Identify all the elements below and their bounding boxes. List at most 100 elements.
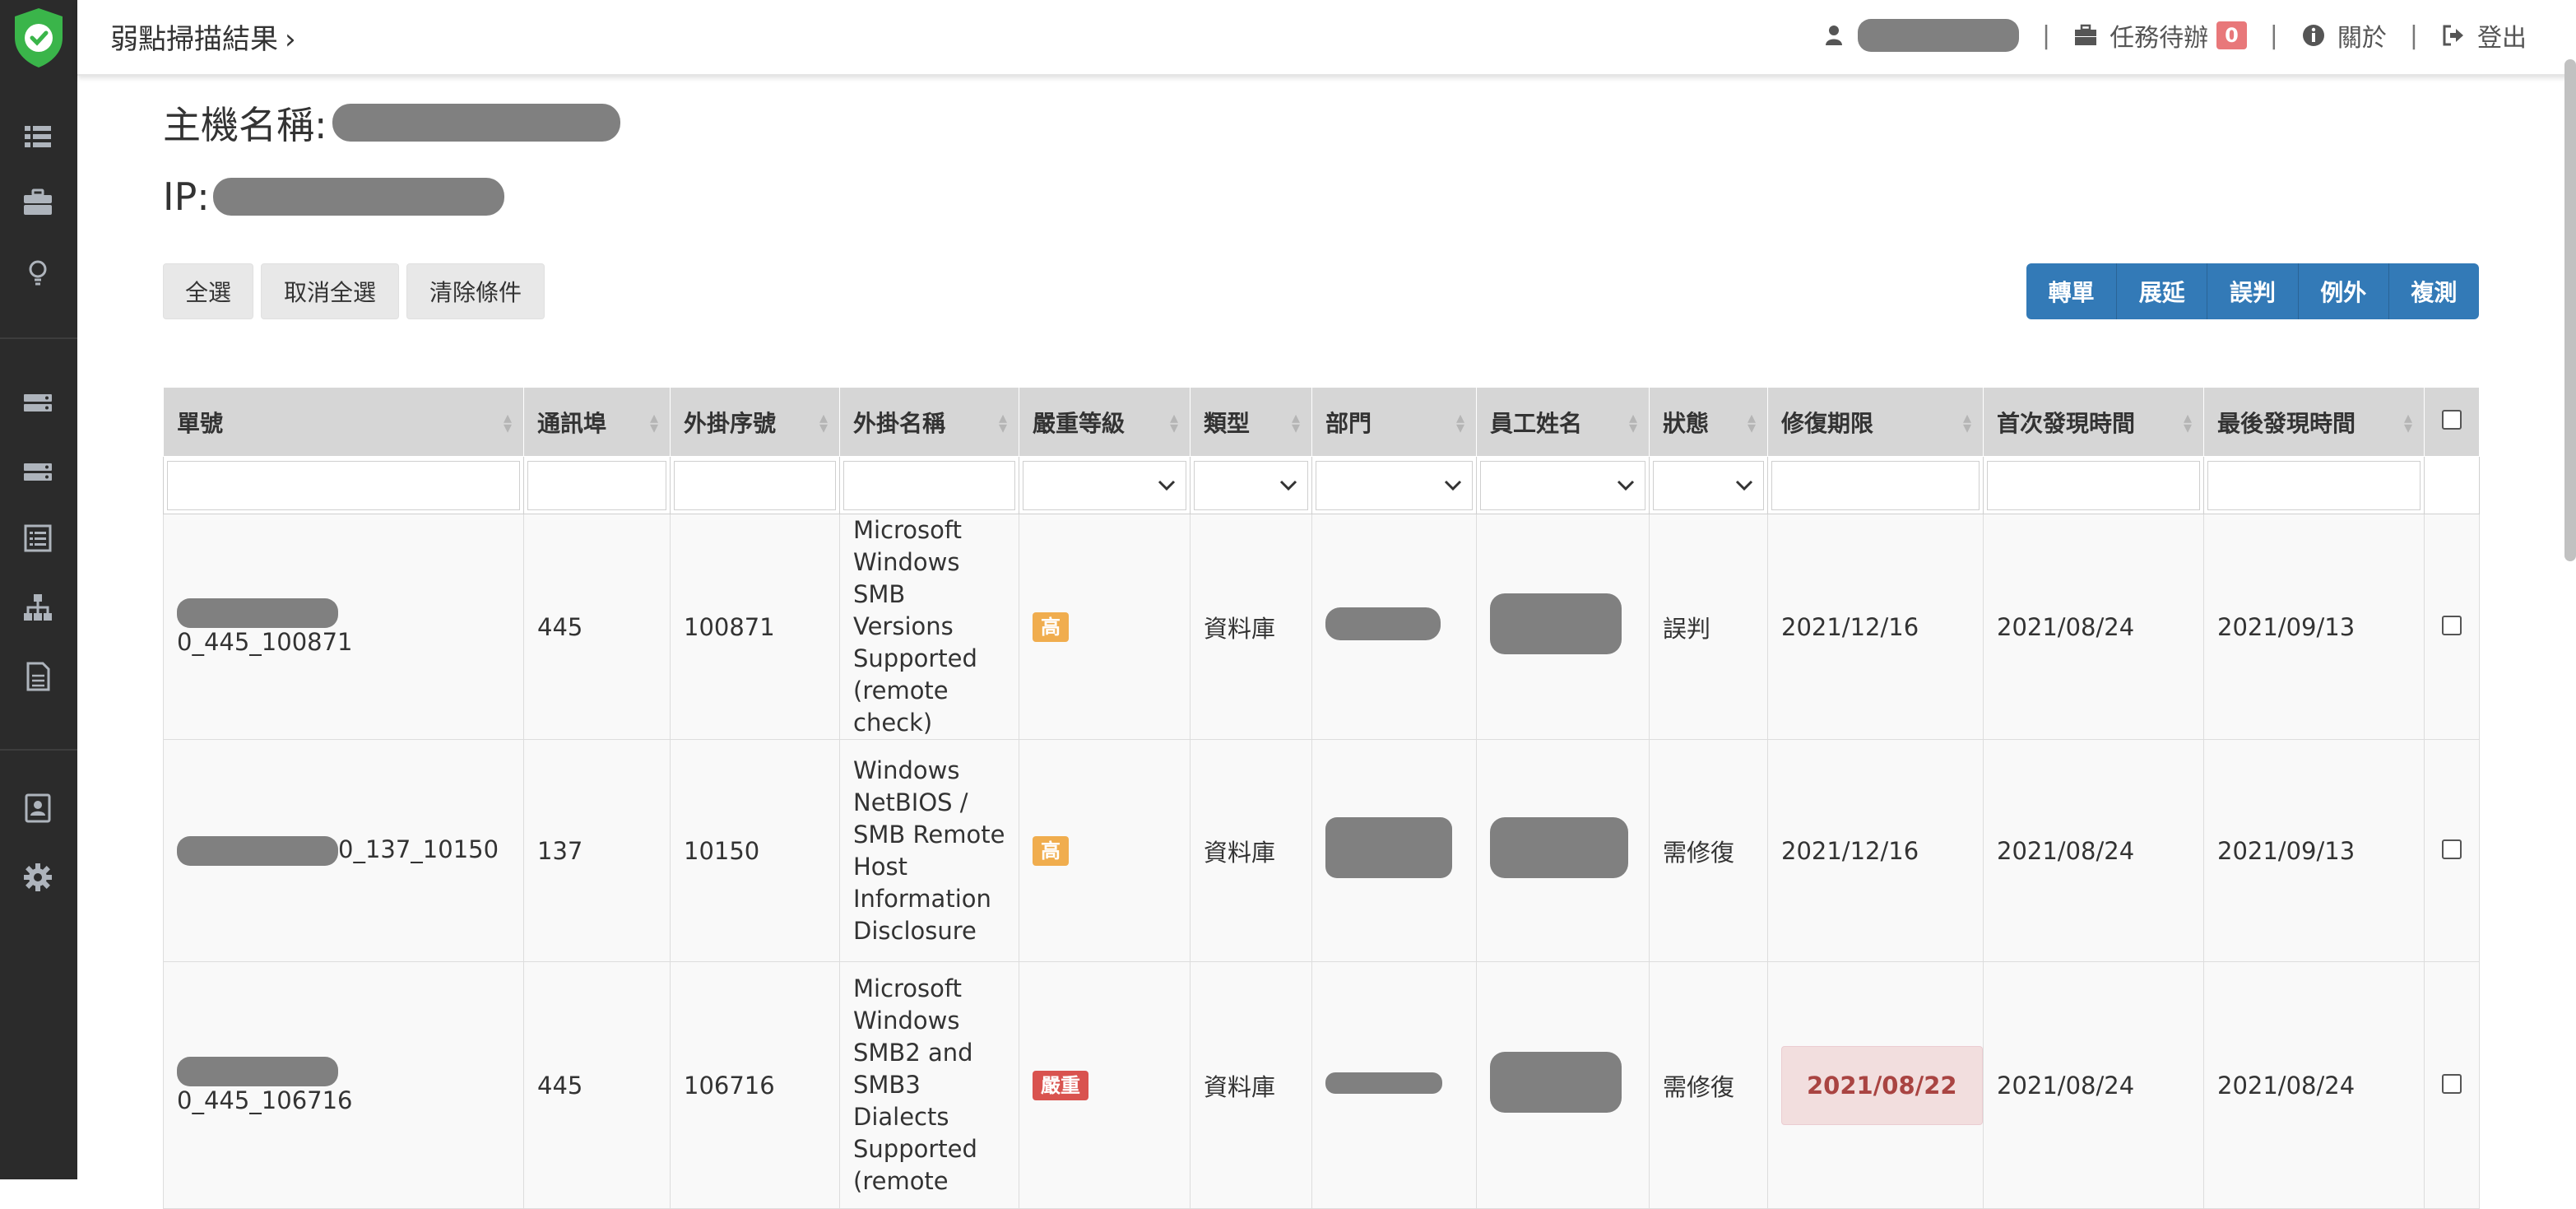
- filter-due-input[interactable]: [1771, 460, 1980, 510]
- logout-icon[interactable]: [2441, 23, 2466, 48]
- col-header-status[interactable]: 狀態 ▴ ▾: [1649, 387, 1768, 457]
- report-list-icon[interactable]: [20, 520, 56, 556]
- false-positive-button[interactable]: 誤判: [2207, 263, 2299, 319]
- info-icon[interactable]: [2301, 23, 2326, 48]
- page-scrollbar[interactable]: [2564, 59, 2576, 561]
- top-header: 弱點掃描結果 › | 任務待辦 0 | 關於 | 登出: [77, 0, 2576, 76]
- employee-redacted: [1490, 817, 1628, 878]
- breadcrumb: 弱點掃描結果 ›: [110, 16, 296, 57]
- first-seen-cell: 2021/08/24: [1983, 514, 2204, 740]
- sort-icon: ▴ ▾: [1628, 407, 1637, 437]
- filter-department-select[interactable]: [1316, 460, 1473, 510]
- row-checkbox[interactable]: [2442, 839, 2462, 859]
- header-separator: |: [2041, 21, 2051, 50]
- port-cell: 445: [523, 514, 671, 740]
- clear-filters-button[interactable]: 清除條件: [406, 263, 545, 319]
- col-header-due[interactable]: 修復期限 ▴ ▾: [1767, 387, 1984, 457]
- gear-icon[interactable]: [20, 859, 56, 895]
- sort-icon: ▴ ▾: [819, 407, 828, 437]
- shield-check-logo-icon[interactable]: [12, 7, 66, 69]
- type-cell: 資料庫: [1190, 961, 1312, 1209]
- ticket-prefix-redacted: [177, 1057, 338, 1086]
- vulnerability-table: 單號 ▴ ▾ 通訊埠 ▴ ▾ 外掛序號 ▴ ▾ 外掛名稱 ▴ ▾ 嚴重等級 ▴ ▾ 類型 ▴ ▾ 部門 ▴…: [163, 387, 2480, 1209]
- filter-last-seen-input[interactable]: [2207, 460, 2421, 510]
- host-name-redacted: [332, 104, 620, 142]
- row-checkbox[interactable]: [2442, 1073, 2462, 1094]
- action-button-group: 轉單 展延 誤判 例外 複測: [2026, 263, 2479, 319]
- select-all-button[interactable]: 全選: [163, 263, 253, 319]
- table-row[interactable]: 0_445_100871 445 100871 Microsoft Windows…: [163, 514, 2480, 740]
- host-ip-line: IP:: [163, 174, 504, 219]
- col-header-ticket[interactable]: 單號 ▴ ▾: [163, 387, 524, 457]
- col-header-employee[interactable]: 員工姓名 ▴ ▾: [1476, 387, 1650, 457]
- plugin-id-cell: 100871: [670, 514, 840, 740]
- due-cell: 2021/12/16: [1767, 739, 1984, 962]
- transfer-button[interactable]: 轉單: [2026, 263, 2118, 319]
- breadcrumb-label: 弱點掃描結果: [110, 23, 278, 56]
- filter-type-select[interactable]: [1194, 460, 1308, 510]
- col-header-type[interactable]: 類型 ▴ ▾: [1190, 387, 1312, 457]
- chevron-down-icon: [1279, 480, 1297, 491]
- filter-port-input[interactable]: [527, 460, 666, 510]
- ticket-suffix: 0_137_10150: [338, 835, 499, 863]
- sidebar: [0, 0, 77, 1179]
- briefcase-icon[interactable]: [2073, 23, 2098, 48]
- exception-button[interactable]: 例外: [2298, 263, 2389, 319]
- severity-badge: 嚴重: [1033, 1071, 1088, 1100]
- filter-severity-select[interactable]: [1023, 460, 1186, 510]
- contact-card-icon[interactable]: [20, 790, 56, 826]
- extend-button[interactable]: 展延: [2117, 263, 2208, 319]
- document-icon[interactable]: [20, 658, 56, 695]
- lightbulb-icon[interactable]: [20, 255, 56, 291]
- table-row[interactable]: 0_445_106716 445 106716 Microsoft Windows…: [163, 961, 2480, 1209]
- col-header-severity[interactable]: 嚴重等級 ▴ ▾: [1019, 387, 1191, 457]
- table-row[interactable]: 0_137_10150 137 10150 Windows NetBIOS / SM…: [163, 739, 2480, 962]
- col-header-select[interactable]: [2424, 387, 2480, 457]
- select-all-checkbox[interactable]: [2442, 410, 2462, 430]
- sidebar-divider: [0, 337, 77, 339]
- row-checkbox[interactable]: [2442, 615, 2462, 635]
- list-icon[interactable]: [20, 119, 56, 155]
- sort-icon: ▴ ▾: [1747, 407, 1756, 437]
- server-stack-icon[interactable]: [20, 454, 56, 491]
- ticket-suffix: 0_445_100871: [177, 628, 353, 656]
- col-header-plugin-id[interactable]: 外掛序號 ▴ ▾: [670, 387, 840, 457]
- due-cell: 2021/12/16: [1767, 514, 1984, 740]
- filter-ticket-input[interactable]: [167, 460, 520, 510]
- briefcase-icon[interactable]: [20, 184, 56, 221]
- col-header-last-seen[interactable]: 最後發現時間 ▴ ▾: [2203, 387, 2425, 457]
- sort-icon: ▴ ▾: [1455, 407, 1464, 437]
- retest-button[interactable]: 複測: [2388, 263, 2479, 319]
- filter-status-select[interactable]: [1653, 460, 1764, 510]
- col-header-port[interactable]: 通訊埠 ▴ ▾: [523, 387, 671, 457]
- first-seen-cell: 2021/08/24: [1983, 739, 2204, 962]
- employee-cell: [1476, 514, 1650, 740]
- due-cell: 2021/08/22: [1767, 961, 1984, 1209]
- host-name-line: 主機名稱:: [163, 95, 620, 150]
- sitemap-icon[interactable]: [20, 589, 56, 625]
- status-cell: 需修復: [1649, 739, 1768, 962]
- user-name-redacted[interactable]: [1857, 19, 2019, 52]
- severity-badge: 高: [1033, 836, 1069, 866]
- col-header-first-seen[interactable]: 首次發現時間 ▴ ▾: [1983, 387, 2204, 457]
- chevron-down-icon: [1158, 480, 1176, 491]
- department-cell: [1311, 739, 1477, 962]
- deselect-all-button[interactable]: 取消全選: [261, 263, 399, 319]
- chevron-right-icon: ›: [285, 23, 296, 56]
- filter-plugin-id-input[interactable]: [674, 460, 836, 510]
- logout-link[interactable]: 登出: [2477, 17, 2527, 53]
- sort-icon: ▴ ▾: [2403, 407, 2412, 437]
- filter-plugin-name-input[interactable]: [843, 460, 1015, 510]
- filter-employee-select[interactable]: [1480, 460, 1645, 510]
- col-header-department[interactable]: 部門 ▴ ▾: [1311, 387, 1477, 457]
- ticket-cell: 0_445_106716: [163, 961, 524, 1209]
- sort-icon: ▴ ▾: [1291, 407, 1300, 437]
- filter-first-seen-input[interactable]: [1987, 460, 2200, 510]
- severity-badge: 高: [1033, 612, 1069, 642]
- about-link[interactable]: 關於: [2337, 17, 2387, 53]
- server-icon[interactable]: [20, 385, 56, 421]
- select-cell: [2424, 961, 2480, 1209]
- tasks-link[interactable]: 任務待辦: [2110, 17, 2208, 53]
- col-header-plugin-name[interactable]: 外掛名稱 ▴ ▾: [839, 387, 1019, 457]
- last-seen-cell: 2021/08/24: [2203, 961, 2425, 1209]
